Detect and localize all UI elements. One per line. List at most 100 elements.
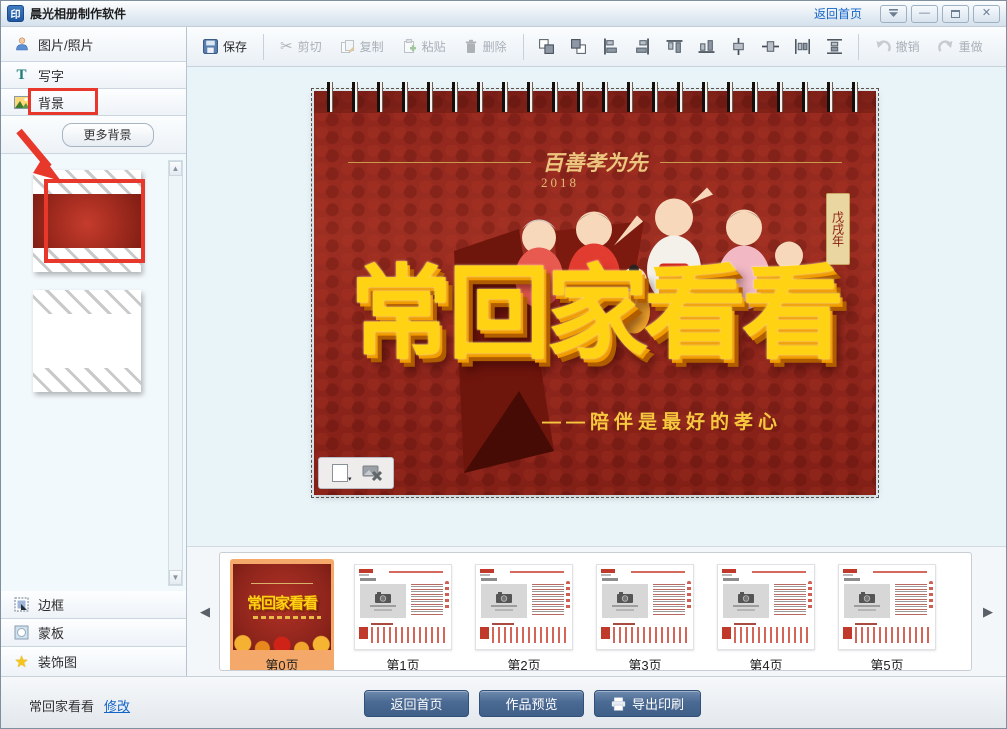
page-thumb-2[interactable]: 第2页 bbox=[472, 559, 576, 671]
hatch-strip bbox=[33, 290, 141, 314]
copy-icon bbox=[340, 39, 355, 54]
mini-text-block bbox=[895, 584, 927, 616]
sidebar-item-mask-label: 蒙板 bbox=[38, 623, 64, 642]
main-title-text: 常回家看看 bbox=[314, 263, 876, 365]
mini-caption bbox=[616, 609, 634, 611]
canvas-overlay-toolbar: ▾ bbox=[318, 457, 394, 489]
background-thumb-white[interactable] bbox=[33, 290, 141, 392]
mini-photo-placeholder bbox=[844, 584, 890, 618]
page-label: 第3页 bbox=[595, 655, 695, 671]
scroll-up-button[interactable]: ▲ bbox=[169, 161, 182, 176]
mini-seal bbox=[359, 627, 368, 639]
page-thumb-3[interactable]: 第3页 bbox=[593, 559, 697, 671]
align-left-button[interactable] bbox=[598, 34, 624, 60]
export-print-button[interactable]: 导出印刷 bbox=[594, 690, 701, 717]
save-label: 保存 bbox=[223, 38, 247, 55]
send-to-back-button[interactable] bbox=[566, 34, 592, 60]
printer-icon bbox=[611, 697, 626, 711]
page-size-button[interactable]: ▾ bbox=[327, 461, 353, 485]
align-top-button[interactable] bbox=[662, 34, 688, 60]
redo-button[interactable]: 重做 bbox=[932, 34, 989, 59]
send-to-back-icon bbox=[570, 38, 587, 55]
align-top-icon bbox=[666, 38, 683, 55]
bring-to-front-button[interactable] bbox=[534, 34, 560, 60]
save-button[interactable]: 保存 bbox=[197, 34, 253, 59]
mini-subtitle-line bbox=[253, 616, 321, 619]
distribute-horizontal-button[interactable] bbox=[790, 34, 816, 60]
sidebar-item-border-label: 边框 bbox=[38, 595, 64, 614]
camera-icon bbox=[496, 592, 512, 603]
back-home-button[interactable]: 返回首页 bbox=[364, 690, 469, 717]
filmstrip-right-arrow[interactable]: ▶ bbox=[978, 599, 998, 625]
distribute-vertical-button[interactable] bbox=[822, 34, 848, 60]
mini-decoration bbox=[687, 581, 691, 611]
mini-grid-title bbox=[492, 623, 514, 625]
sidebar-item-border[interactable]: 边框 bbox=[1, 591, 186, 619]
hatch-strip bbox=[33, 368, 141, 392]
mini-photo-placeholder bbox=[360, 584, 406, 618]
maximize-button[interactable] bbox=[942, 5, 969, 23]
titlebar-home-link[interactable]: 返回首页 bbox=[814, 5, 862, 22]
sidebar-item-photos[interactable]: 图片/照片 bbox=[1, 27, 186, 62]
mini-date bbox=[844, 578, 860, 581]
remove-background-button[interactable] bbox=[360, 461, 386, 485]
center-horizontal-button[interactable] bbox=[758, 34, 784, 60]
remove-background-icon bbox=[362, 464, 384, 482]
page-thumb-1[interactable]: 第1页 bbox=[351, 559, 455, 671]
page-filmstrip: ◀ ▶ 常回家看看 第0页 bbox=[187, 546, 1006, 676]
modify-link[interactable]: 修改 bbox=[104, 699, 130, 714]
background-list-scrollbar[interactable]: ▲ ▼ bbox=[168, 160, 183, 586]
mask-icon bbox=[13, 624, 30, 641]
more-backgrounds-button[interactable]: 更多背景 bbox=[62, 123, 154, 147]
filmstrip-left-arrow[interactable]: ◀ bbox=[195, 599, 215, 625]
mini-motto bbox=[251, 576, 313, 584]
undo-button[interactable]: 撤销 bbox=[869, 34, 926, 59]
mini-seal bbox=[843, 627, 852, 639]
text-icon: T bbox=[13, 67, 30, 84]
back-home-label: 返回首页 bbox=[390, 694, 442, 713]
center-vertical-button[interactable] bbox=[726, 34, 752, 60]
main-toolbar: 保存 ✂ 剪切 复制 粘贴 bbox=[187, 27, 1006, 67]
scroll-down-button[interactable]: ▼ bbox=[169, 570, 182, 585]
sidebar-item-write-text[interactable]: T 写字 bbox=[1, 62, 186, 89]
calendar-design[interactable]: 百善孝为先 2018 戊戌年 福 bbox=[314, 91, 876, 495]
sidebar-item-decoration[interactable]: ★ 装饰图 bbox=[1, 647, 186, 676]
page-icon bbox=[332, 464, 348, 482]
camera-icon bbox=[375, 592, 391, 603]
mini-header-rule bbox=[631, 571, 685, 573]
mini-date bbox=[723, 578, 739, 581]
mini-seal bbox=[480, 627, 489, 639]
mini-calendar-grid bbox=[613, 627, 689, 643]
copy-button[interactable]: 复制 bbox=[334, 34, 390, 59]
bring-to-front-icon bbox=[538, 38, 555, 55]
mini-logo bbox=[359, 569, 373, 573]
paste-button[interactable]: 粘贴 bbox=[396, 34, 452, 59]
page-thumb-5[interactable]: 第5页 bbox=[835, 559, 939, 671]
caret-down-icon: ▾ bbox=[348, 475, 352, 483]
left-sidebar: 图片/照片 T 写字 背景 更多背景 bbox=[1, 27, 187, 676]
gold-rule-left bbox=[348, 162, 531, 163]
mini-text-block bbox=[532, 584, 564, 616]
minimize-button[interactable]: — bbox=[911, 5, 938, 23]
page-thumb-4[interactable]: 第4页 bbox=[714, 559, 818, 671]
preview-button[interactable]: 作品预览 bbox=[479, 690, 584, 717]
align-bottom-button[interactable] bbox=[694, 34, 720, 60]
delete-button[interactable]: 删除 bbox=[458, 34, 513, 59]
sidebar-item-mask[interactable]: 蒙板 bbox=[1, 619, 186, 647]
mini-grid-title bbox=[613, 623, 635, 625]
mini-caption bbox=[370, 605, 396, 607]
mini-caption bbox=[854, 605, 880, 607]
collapse-toolbar-button[interactable] bbox=[880, 5, 907, 23]
person-icon bbox=[13, 36, 30, 53]
page-label: 第2页 bbox=[474, 655, 574, 671]
app-window: 印 晨光相册制作软件 返回首页 — ✕ 保存 ✂ 剪切 bbox=[0, 0, 1007, 729]
sidebar-item-photos-label: 图片/照片 bbox=[38, 35, 94, 54]
camera-icon bbox=[617, 592, 633, 603]
close-button[interactable]: ✕ bbox=[973, 5, 1000, 23]
align-right-button[interactable] bbox=[630, 34, 656, 60]
cut-button[interactable]: ✂ 剪切 bbox=[274, 34, 328, 59]
mini-title: 常回家看看 bbox=[233, 592, 331, 613]
mini-text-block bbox=[411, 584, 443, 616]
mini-grid-title bbox=[855, 623, 877, 625]
page-thumb-0[interactable]: 常回家看看 第0页 bbox=[230, 559, 334, 671]
